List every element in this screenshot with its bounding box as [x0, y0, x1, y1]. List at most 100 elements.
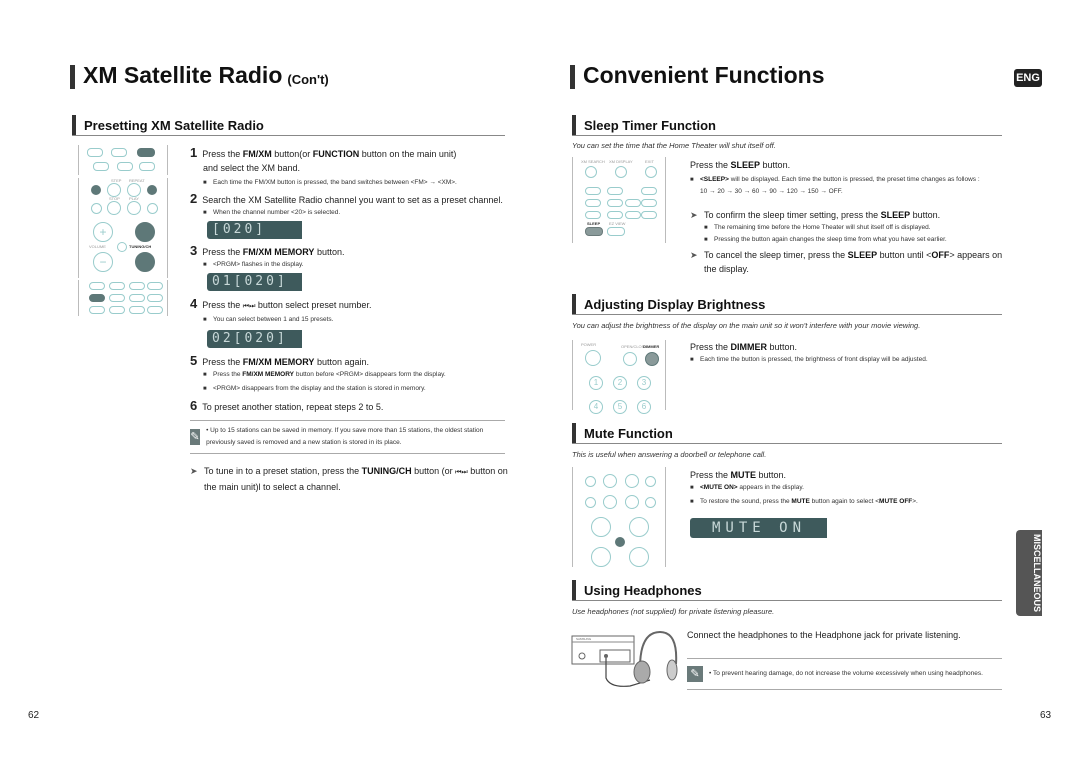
pencil-note-icon: ✎	[687, 666, 703, 682]
bullet-text: appears in the display.	[737, 484, 804, 491]
rewind-button	[91, 203, 102, 214]
headphones-text: Connect the headphones to the Headphone …	[687, 630, 961, 640]
logo-button	[109, 306, 125, 314]
step-text: button on the main unit)	[359, 149, 457, 159]
bullet-text: button before <PRGM> disappears form the…	[294, 371, 446, 378]
play-button	[625, 495, 639, 509]
step-text: Press the	[202, 247, 243, 257]
key-1: 1	[589, 376, 603, 390]
key-2: 2	[613, 376, 627, 390]
heading-text: Mute Function	[584, 425, 673, 441]
label-exit: EXIT	[645, 159, 654, 164]
tip-cancel: To cancel the sleep timer, press the SLE…	[690, 248, 1005, 276]
repeat-button	[625, 474, 639, 488]
step-number: 1	[190, 145, 198, 160]
play-button	[127, 201, 141, 215]
tip-text: To confirm the sleep timer setting, pres…	[704, 210, 881, 220]
tip-confirm: To confirm the sleep timer setting, pres…	[690, 208, 1005, 222]
bullet-text: >.	[912, 498, 918, 505]
digest-button	[147, 306, 163, 314]
lcd-display: MUTE ON	[690, 518, 827, 538]
step-text: Press the	[690, 342, 731, 352]
remote-button	[641, 187, 657, 195]
language-badge: ENG	[1014, 69, 1042, 87]
bullet-text: will be displayed. Each time the button …	[728, 176, 980, 183]
remote-button	[625, 199, 641, 207]
step-text: button.	[760, 160, 791, 170]
effect-button	[109, 282, 125, 290]
prev-button	[91, 185, 101, 195]
remote-button	[607, 199, 623, 207]
brand-label: SAMSUNG	[576, 637, 592, 641]
remote-top-illustration	[78, 145, 168, 175]
title-suffix: (Con't)	[287, 72, 329, 87]
bullet-bold: MUTE	[791, 498, 810, 505]
ffwd-button	[645, 497, 656, 508]
title-bar	[570, 65, 575, 89]
step-6: 6 To preset another station, repeat steps…	[190, 399, 510, 414]
step-button	[603, 474, 617, 488]
bullet: The remaining time before the Home Theat…	[704, 222, 1005, 234]
bullet: Press the FM/XM MEMORY button before <PR…	[203, 369, 510, 381]
step-number: 6	[190, 398, 198, 413]
remote-button	[585, 187, 601, 195]
tip-bold: SLEEP	[880, 210, 911, 220]
remote-button	[585, 199, 601, 207]
remote-button	[607, 187, 623, 195]
note-text: • To prevent hearing damage, do not incr…	[709, 670, 983, 677]
tip-bold: TUNING/CH	[361, 466, 412, 476]
step-text: Press the	[202, 149, 243, 159]
intro-text: This is useful when answering a doorbell…	[572, 450, 767, 459]
info-button	[147, 282, 163, 290]
label-dimmer: DIMMER	[643, 344, 660, 349]
key-3: 3	[637, 376, 651, 390]
step-number: 3	[190, 243, 198, 258]
heading-bar	[572, 294, 576, 314]
press-mute: Press the MUTE button.	[690, 468, 1005, 482]
bullet-bold: <SLEEP>	[700, 176, 729, 183]
mode-button	[89, 282, 105, 290]
label-xm-display: XM DISPLAY	[609, 159, 633, 164]
title-bar	[70, 65, 75, 89]
step-bold: MUTE	[730, 470, 757, 480]
remote-button	[109, 294, 125, 302]
dimmer-button	[645, 352, 659, 366]
ez-view-button	[607, 227, 625, 236]
heading-text: Presetting XM Satellite Radio	[84, 117, 264, 133]
bullet: You can select between 1 and 15 presets.	[203, 314, 510, 326]
step-text: Search the XM Satellite Radio channel yo…	[202, 195, 503, 205]
remote-button	[87, 148, 103, 157]
left-page-title: XM Satellite Radio (Con't)	[70, 62, 329, 89]
next-button	[645, 476, 656, 487]
section-heading-mute: Mute Function	[572, 423, 1002, 444]
intro-text: Use headphones (not supplied) for privat…	[572, 607, 775, 616]
page-number-right: 63	[1040, 710, 1052, 721]
fmxm-memory-button	[89, 294, 105, 302]
dimmer-instructions: Press the DIMMER button. Each time the b…	[690, 340, 1005, 366]
step-text: Press the	[690, 470, 731, 480]
tuning-up-button	[135, 222, 155, 242]
heading-text: Adjusting Display Brightness	[584, 296, 766, 312]
heading-bar	[572, 115, 576, 135]
xm-display-button	[615, 166, 627, 178]
lcd-display: 01[020]	[207, 273, 302, 291]
step-text: To preset another station, repeat steps …	[202, 402, 384, 412]
stop-button	[603, 495, 617, 509]
heading-text: Sleep Timer Function	[584, 117, 716, 133]
next-button	[147, 185, 157, 195]
step-4: 4 Press the ⏮⏭ button select preset numbe…	[190, 297, 510, 314]
remote-button	[641, 211, 657, 219]
press-sleep: Press the SLEEP button.	[690, 158, 1005, 172]
slide-mode-button	[129, 306, 145, 314]
step-text-line2: and select the XM band.	[203, 163, 301, 173]
intro-text: You can adjust the brightness of the dis…	[572, 321, 921, 330]
headphones-illustration: SAMSUNG	[570, 628, 680, 690]
label-power: POWER	[581, 342, 597, 347]
bullet: Pressing the button again changes the sl…	[704, 234, 1005, 246]
key-6: 6	[637, 400, 651, 414]
step-bold: FM/XM	[242, 149, 272, 159]
step-bold: FUNCTION	[312, 149, 360, 159]
mute-button	[615, 537, 625, 547]
step-text: button select preset number.	[255, 300, 372, 310]
note-box: ✎ • To prevent hearing damage, do not in…	[687, 658, 1002, 690]
